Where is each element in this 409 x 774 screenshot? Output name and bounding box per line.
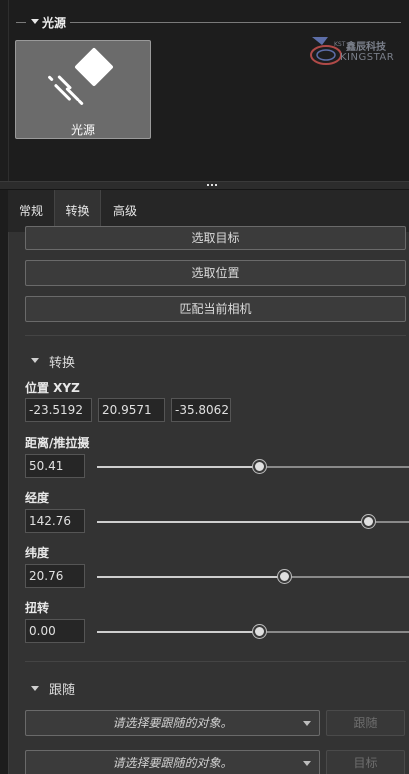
company-logo: KST 鑫辰科技 KINGSTAR: [306, 30, 400, 70]
light-panel-top: 光源 光源 KST 鑫辰科技 KINGSTAR: [0, 0, 409, 182]
light-source-tile[interactable]: 光源: [15, 40, 151, 139]
logo-mark-icon: [310, 37, 342, 65]
latitude-label: 纬度: [25, 546, 50, 560]
follow-section-title[interactable]: 跟随: [49, 679, 75, 698]
twist-label: 扭转: [25, 601, 50, 615]
twist-slider-fill: [97, 631, 260, 633]
twist-input[interactable]: 0.00: [25, 619, 85, 643]
follow-object-dropdown[interactable]: 请选择要跟随的对象。: [25, 710, 320, 736]
pick-target-button[interactable]: 选取目标: [25, 226, 406, 250]
target-button[interactable]: 目标: [326, 750, 405, 774]
distance-input[interactable]: 50.41: [25, 454, 85, 478]
target-object-dropdown[interactable]: 请选择要跟随的对象。: [25, 750, 320, 774]
collapse-arrow-icon[interactable]: [31, 19, 39, 24]
panel-splitter[interactable]: [0, 181, 409, 190]
splitter-grip-icon: [207, 184, 217, 186]
latitude-slider-fill: [97, 576, 285, 578]
follow-button[interactable]: 跟随: [326, 710, 405, 736]
twist-slider-thumb[interactable]: [253, 625, 266, 638]
longitude-label: 经度: [25, 491, 50, 505]
chevron-down-icon: [303, 761, 311, 766]
longitude-slider-fill: [97, 521, 369, 523]
left-edge: [8, 0, 9, 182]
pick-position-button[interactable]: 选取位置: [25, 260, 406, 286]
latitude-input[interactable]: 20.76: [25, 564, 85, 588]
left-gutter: [0, 190, 8, 774]
position-label: 位置 XYZ: [25, 381, 80, 395]
longitude-slider-thumb[interactable]: [362, 515, 375, 528]
target-object-placeholder: 请选择要跟随的对象。: [112, 756, 233, 770]
position-z-input[interactable]: -35.8062: [171, 398, 231, 422]
distance-slider-fill: [97, 466, 260, 468]
header-rule-right: [70, 22, 401, 23]
longitude-input[interactable]: 142.76: [25, 509, 85, 533]
distance-slider[interactable]: [97, 460, 409, 473]
light-source-tile-label: 光源: [70, 123, 95, 137]
transform-panel: 选取目标 选取位置 匹配当前相机 转换 位置 XYZ -23.5192 20.9…: [8, 226, 409, 774]
follow-collapse-icon[interactable]: [31, 686, 39, 691]
latitude-slider-thumb[interactable]: [278, 570, 291, 583]
chevron-down-icon: [303, 721, 311, 726]
divider: [25, 661, 406, 662]
header-rule-left: [16, 22, 26, 23]
light-source-icon: [48, 48, 113, 105]
longitude-slider[interactable]: [97, 515, 409, 528]
divider: [25, 335, 406, 336]
logo-brand-cn: 鑫辰科技: [346, 42, 386, 53]
distance-slider-thumb[interactable]: [253, 460, 266, 473]
position-y-input[interactable]: 20.9571: [98, 398, 165, 422]
logo-brand-en: KINGSTAR: [340, 52, 395, 63]
latitude-slider[interactable]: [97, 570, 409, 583]
logo-kst: KST: [334, 41, 346, 48]
distance-label: 距离/推拉摄: [25, 436, 90, 450]
position-x-input[interactable]: -23.5192: [25, 398, 92, 422]
match-camera-button[interactable]: 匹配当前相机: [25, 296, 406, 322]
twist-slider[interactable]: [97, 625, 409, 638]
transform-collapse-icon[interactable]: [31, 358, 39, 363]
transform-section-title[interactable]: 转换: [49, 352, 75, 371]
follow-object-placeholder: 请选择要跟随的对象。: [112, 716, 233, 730]
light-section-title[interactable]: 光源: [42, 14, 66, 31]
